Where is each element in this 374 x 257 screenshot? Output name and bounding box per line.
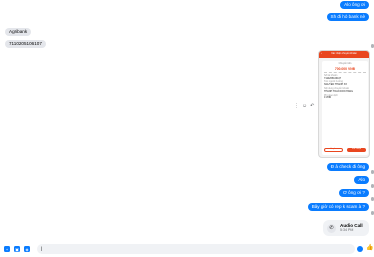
- audio-call-card[interactable]: ✆ Audio Call 5:34 PM: [323, 220, 369, 236]
- emoji-icon[interactable]: [357, 245, 363, 252]
- more-options-icon[interactable]: ⋮: [294, 103, 299, 109]
- phone-icon: ✆: [327, 223, 336, 233]
- transfer-amount: 700.000 VNĐ: [334, 66, 356, 71]
- screenshot-attachment[interactable]: ‹ Xác nhận chuyển khoản Chuyển tiền 700.…: [318, 50, 370, 158]
- more-actions-icon[interactable]: +: [4, 246, 10, 252]
- field-value: 0 VND: [324, 96, 332, 100]
- incoming-message[interactable]: Agribank: [5, 28, 32, 36]
- confirm-button: Xác nhận: [347, 147, 366, 152]
- call-time: 5:34 PM: [340, 228, 354, 232]
- transfer-card: Chuyển tiền 700.000 VNĐ Số tài khoản 711…: [322, 61, 368, 155]
- message-composer: + ▣ ◈ 👍: [0, 242, 374, 256]
- outgoing-message[interactable]: Đ ả check đi ông: [326, 163, 369, 171]
- reply-icon[interactable]: ☺: [302, 103, 307, 109]
- back-icon: ‹: [321, 51, 322, 55]
- like-icon[interactable]: 👍: [366, 245, 373, 251]
- cancel-button: Hủy bỏ: [324, 147, 343, 152]
- outgoing-message[interactable]: Ơ ông ơi ?: [338, 189, 369, 197]
- bank-app-header: ‹ Xác nhận chuyển khoản: [319, 51, 369, 58]
- transfer-card-title: Chuyển tiền: [338, 62, 352, 65]
- sticker-icon[interactable]: ◈: [24, 246, 30, 252]
- outgoing-message[interactable]: Sh đi hỏ bank nè: [326, 13, 369, 21]
- react-icon[interactable]: ↶: [310, 103, 314, 109]
- outgoing-message[interactable]: Alo: [354, 176, 369, 184]
- message-actions: ⋮ ☺ ↶: [294, 103, 314, 109]
- photo-icon[interactable]: ▣: [14, 246, 20, 252]
- bank-app-header-title: Xác nhận chuyển khoản: [331, 52, 357, 56]
- incoming-message[interactable]: 7110205106107: [5, 40, 46, 48]
- outgoing-message[interactable]: Alo ông ơi: [340, 1, 369, 9]
- message-input[interactable]: [37, 243, 355, 254]
- outgoing-message[interactable]: Bây giờ có rep k scam à ?: [307, 203, 369, 211]
